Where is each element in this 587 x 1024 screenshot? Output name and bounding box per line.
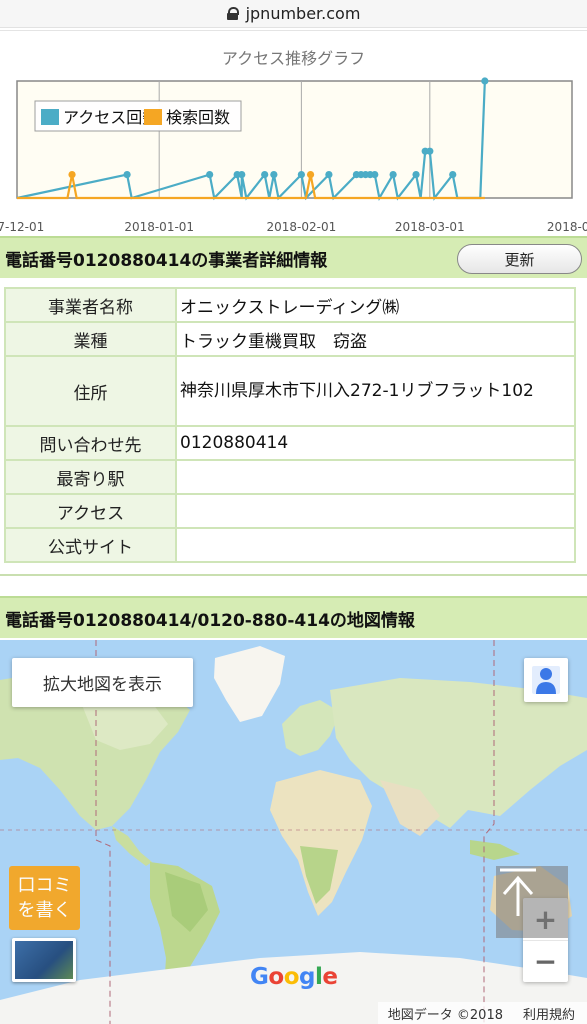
- enlarge-map-button[interactable]: 拡大地図を表示: [12, 658, 193, 707]
- data-point: [68, 171, 76, 179]
- field-value: 神奈川県厚木市下川入272-1リブフラット102: [175, 355, 576, 427]
- map-attribution: 地図データ ©2018 利用規約: [377, 1002, 587, 1024]
- chart-title: アクセス推移グラフ: [221, 49, 366, 68]
- field-value: トラック重機買取 窃盗: [175, 321, 576, 357]
- update-button[interactable]: 更新: [457, 244, 582, 274]
- field-value: [175, 459, 576, 495]
- address-bar[interactable]: jpnumber.com: [0, 0, 587, 28]
- data-point: [206, 171, 214, 179]
- data-point: [270, 171, 278, 179]
- data-point: [306, 171, 315, 179]
- street-view-button[interactable]: [524, 658, 568, 702]
- data-point: [449, 171, 457, 179]
- data-point: [389, 171, 397, 179]
- google-logo: Google: [250, 964, 338, 990]
- data-point: [123, 171, 131, 179]
- data-point: [426, 147, 434, 155]
- detail-panel: 事業者名称 オニックストレーディング㈱ 業種 トラック重機買取 窃盗 住所 神奈…: [0, 280, 587, 576]
- arrow-up-icon: [500, 868, 536, 916]
- field-value: オニックストレーディング㈱: [175, 287, 576, 323]
- field-value: [175, 493, 576, 529]
- map-section-header: 電話番号0120880414/0120-880-414の地図情報: [0, 596, 587, 638]
- table-row: 事業者名称 オニックストレーディング㈱: [4, 287, 576, 323]
- data-point: [261, 171, 269, 179]
- terms-link[interactable]: 利用規約: [523, 1004, 575, 1023]
- access-chart: 17-12-01 2018-01-01 2018-02-01 2018-03-01 20…: [0, 30, 587, 236]
- scroll-to-top-button[interactable]: [496, 866, 568, 938]
- data-point: [297, 171, 305, 179]
- x-tick-label: 2018-01-01: [124, 220, 194, 234]
- data-point: [481, 77, 489, 85]
- zoom-out-button[interactable]: −: [523, 940, 568, 982]
- x-tick-label: 2018-04: [547, 220, 587, 234]
- field-label: 問い合わせ先: [4, 425, 177, 461]
- field-label: 公式サイト: [4, 527, 177, 563]
- detail-section-header: 電話番号0120880414の事業者詳細情報 更新: [0, 236, 587, 278]
- legend-label: 検索回数: [166, 108, 230, 127]
- table-row: 公式サイト: [4, 527, 576, 563]
- legend-swatch: [41, 109, 59, 125]
- field-label: 住所: [4, 355, 177, 427]
- url-text: jpnumber.com: [245, 4, 361, 23]
- satellite-toggle[interactable]: [12, 938, 76, 982]
- pegman-icon: [532, 666, 560, 694]
- lock-icon: [226, 7, 239, 20]
- data-point: [412, 171, 420, 179]
- table-row: アクセス: [4, 493, 576, 529]
- field-label: 最寄り駅: [4, 459, 177, 495]
- data-point: [238, 171, 246, 179]
- world-map[interactable]: 拡大地図を表示 + − 口コミを書く Google 地図データ ©2018 利用…: [0, 640, 587, 1024]
- table-row: 業種 トラック重機買取 窃盗: [4, 321, 576, 357]
- field-value: 0120880414: [175, 425, 576, 461]
- legend-label: アクセス回数: [63, 108, 158, 127]
- table-row: 最寄り駅: [4, 459, 576, 495]
- data-point: [371, 171, 379, 179]
- table-row: 住所 神奈川県厚木市下川入272-1リブフラット102: [4, 355, 576, 427]
- x-tick-label: 2018-03-01: [395, 220, 465, 234]
- data-point: [325, 171, 333, 179]
- x-tick-label: 2018-02-01: [267, 220, 337, 234]
- table-row: 問い合わせ先 0120880414: [4, 425, 576, 461]
- field-value: [175, 527, 576, 563]
- detail-heading: 電話番号0120880414の事業者詳細情報: [5, 250, 328, 271]
- detail-table: 事業者名称 オニックストレーディング㈱ 業種 トラック重機買取 窃盗 住所 神奈…: [4, 287, 576, 563]
- map-heading: 電話番号0120880414/0120-880-414の地図情報: [5, 610, 415, 631]
- write-review-button[interactable]: 口コミを書く: [9, 866, 80, 930]
- x-tick-label: 17-12-01: [0, 220, 44, 234]
- field-label: 業種: [4, 321, 177, 357]
- map-data-label: 地図データ ©2018: [387, 1007, 503, 1023]
- field-label: 事業者名称: [4, 287, 177, 323]
- legend-swatch: [144, 109, 162, 125]
- field-label: アクセス: [4, 493, 177, 529]
